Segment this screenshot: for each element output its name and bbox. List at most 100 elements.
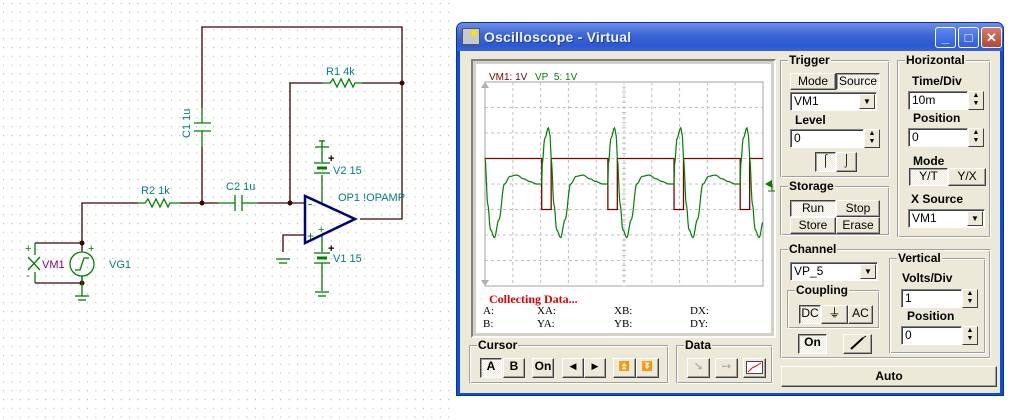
import-icon: ➘ <box>693 359 704 373</box>
close-button[interactable]: ✕ <box>981 27 1002 48</box>
trigger-level-input[interactable]: 0 <box>790 129 864 148</box>
channel-group-label: Channel <box>788 242 838 256</box>
trigger-rising-edge-button[interactable]: ⌠ <box>815 152 836 172</box>
data-group: Data ➘ ➙ <box>677 338 773 384</box>
data-import-button[interactable]: ➘ <box>687 358 710 378</box>
minimize-button[interactable]: _ <box>935 27 956 48</box>
coupling-ground-button[interactable]: ⏚ <box>821 305 848 324</box>
volts-div-label: Volts/Div <box>902 271 953 285</box>
trigger-source-value: VM1 <box>794 94 819 108</box>
meas-a: A: <box>483 305 494 317</box>
trigger-source-select[interactable]: VM1 ▼ <box>790 92 877 111</box>
volts-div-spinner[interactable]: ▲ ▼ <box>962 289 978 308</box>
trigger-mode-button[interactable]: Mode <box>790 73 836 90</box>
trigger-source-button[interactable]: Source <box>836 73 880 90</box>
channel-value: VP_5 <box>794 264 824 278</box>
op1-label: OP1 !OPAMP <box>338 192 405 204</box>
v1-label: V1 15 <box>333 253 362 265</box>
cursor-b-button[interactable]: B <box>503 358 525 378</box>
volts-div-input[interactable]: 1 <box>901 289 962 308</box>
cursor-down-button[interactable]: ⏬ <box>636 358 659 378</box>
scope-screen: VM1: 1V VP_5: 1V Collecting Data... A: X… <box>476 64 775 333</box>
trigger-bottom-marker <box>481 280 489 286</box>
trigger-group: Trigger Mode Source VM1 ▼ Level 0 ▲ ▼ ⌠ ⌡ <box>781 53 890 178</box>
chevron-down-icon[interactable]: ▼ <box>967 211 983 226</box>
cursor-a-button[interactable]: A <box>480 358 502 378</box>
title-bar[interactable]: Oscilloscope - Virtual _ □ ✕ <box>457 23 1003 51</box>
cursor-group: Cursor A B On ◀ ▶ ⏫ ⏬ <box>470 338 669 384</box>
mode-yt-button[interactable]: Y/T <box>909 168 948 186</box>
cursor-group-label: Cursor <box>477 338 519 352</box>
time-div-label: Time/Div <box>912 74 962 88</box>
plot-icon <box>746 361 763 374</box>
horizontal-group-label: Horizontal <box>905 53 966 67</box>
v1-plus: + <box>328 243 334 255</box>
window-client: VM1: 1V VP_5: 1V Collecting Data... A: X… <box>460 51 1000 393</box>
storage-group: Storage Run Stop Store Erase <box>781 179 890 236</box>
data-export-button[interactable]: ➙ <box>715 358 738 378</box>
vertical-group: Vertical Volts/Div 1 ▲ ▼ Position 0 ▲ ▼ <box>890 251 986 354</box>
time-div-input[interactable]: 10m <box>908 91 968 110</box>
probe-button[interactable] <box>843 334 872 354</box>
c1-label: C1 1u <box>181 109 193 138</box>
h-position-spinner[interactable]: ▲ ▼ <box>968 128 984 147</box>
coupling-dc-button[interactable]: DC <box>799 305 821 324</box>
scope-screen-frame: VM1: 1V VP_5: 1V Collecting Data... A: X… <box>471 59 776 338</box>
meas-xb: XB: <box>614 305 633 317</box>
export-icon: ➙ <box>721 359 732 373</box>
mode-yx-button[interactable]: Y/X <box>948 168 986 186</box>
x-source-select[interactable]: VM1 ▼ <box>908 209 985 228</box>
vm1-plus: + <box>25 243 31 255</box>
v-position-input[interactable]: 0 <box>901 326 962 345</box>
meas-dy: DY: <box>690 318 708 330</box>
r2-label: R2 1k <box>141 185 170 197</box>
h-mode-label: Mode <box>913 154 945 168</box>
meas-ya: YA: <box>537 318 555 330</box>
opamp-noninverting: + <box>307 229 314 243</box>
v-position-spinner[interactable]: ▲ ▼ <box>962 326 978 345</box>
trigger-level-spinner[interactable]: ▲ ▼ <box>864 129 880 148</box>
cursor-up-button[interactable]: ⏫ <box>613 358 636 378</box>
auto-button[interactable]: Auto <box>781 366 997 387</box>
opamp-supply-plus: + <box>318 224 324 236</box>
meas-xa: XA: <box>537 305 556 317</box>
data-group-label: Data <box>684 338 713 352</box>
trigger-group-label: Trigger <box>788 53 831 67</box>
h-position-input[interactable]: 0 <box>908 128 968 147</box>
v-position-label: Position <box>907 309 955 323</box>
channel-on-button[interactable]: On <box>798 334 827 354</box>
meas-b: B: <box>483 318 494 330</box>
vg1-label: VG1 <box>109 259 131 271</box>
storage-group-label: Storage <box>788 179 835 193</box>
storage-run-button[interactable]: Run <box>790 200 836 217</box>
oscilloscope-window: Oscilloscope - Virtual _ □ ✕ VM1: 1V VP_… <box>456 22 1004 396</box>
cursor-on-button[interactable]: On <box>532 358 554 378</box>
channel-select[interactable]: VP_5 ▼ <box>790 262 878 281</box>
storage-store-button[interactable]: Store <box>790 217 836 234</box>
coupling-ac-button[interactable]: AC <box>848 305 873 324</box>
storage-stop-button[interactable]: Stop <box>836 200 880 217</box>
cursor-left-button[interactable]: ◀ <box>562 358 584 378</box>
oscilloscope-app-icon <box>462 28 480 45</box>
channel-ground-marker-icon <box>765 180 772 188</box>
maximize-button[interactable]: □ <box>958 27 979 48</box>
cursor-right-button[interactable]: ▶ <box>584 358 606 378</box>
trigger-falling-edge-button[interactable]: ⌡ <box>836 152 857 172</box>
vm1-label: VM1 <box>42 259 65 271</box>
chevron-down-icon[interactable]: ▼ <box>859 94 875 109</box>
r1-label: R1 4k <box>326 66 355 78</box>
horizontal-group: Horizontal Time/Div 10m ▲ ▼ Position 0 ▲ ▼… <box>898 53 991 238</box>
chevron-down-icon[interactable]: ▼ <box>860 264 876 279</box>
vertical-group-label: Vertical <box>897 251 942 265</box>
status-text: Collecting Data... <box>489 292 578 306</box>
coupling-group-label: Coupling <box>795 283 849 297</box>
c2-label: C2 1u <box>226 181 255 193</box>
data-plot-button[interactable] <box>743 358 766 378</box>
trigger-top-marker <box>481 82 489 88</box>
schematic-canvas[interactable]: R1 4k R2 1k C2 1u C1 1u V2 15 V1 15 OP1 … <box>0 0 450 420</box>
trigger-level-label: Level <box>795 113 826 127</box>
storage-erase-button[interactable]: Erase <box>836 217 880 234</box>
window-title: Oscilloscope - Virtual <box>484 29 632 45</box>
time-div-spinner[interactable]: ▲ ▼ <box>968 91 984 110</box>
vg1-plus: + <box>88 243 94 255</box>
